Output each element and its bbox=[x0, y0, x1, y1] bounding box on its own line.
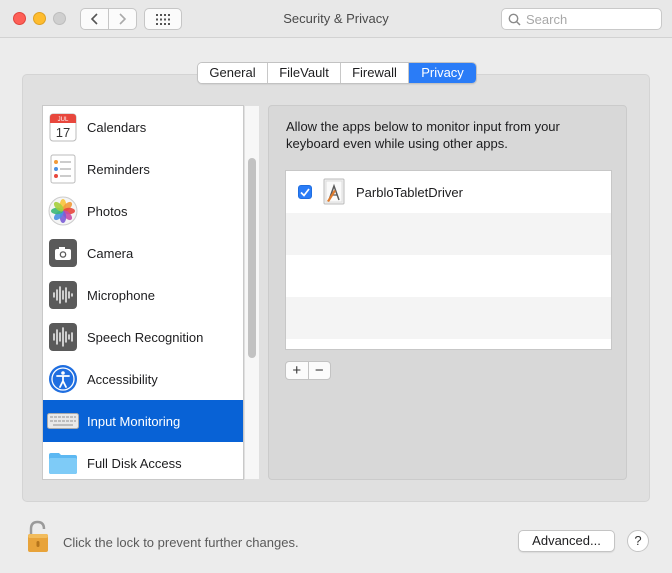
app-row-empty bbox=[286, 297, 611, 339]
advanced-button[interactable]: Advanced... bbox=[518, 530, 615, 552]
sidebar-item-label: Accessibility bbox=[87, 371, 158, 387]
tab-firewall[interactable]: Firewall bbox=[340, 63, 408, 83]
sidebar-item-microphone[interactable]: Microphone bbox=[43, 274, 243, 316]
sidebar-item-accessibility[interactable]: Accessibility bbox=[43, 358, 243, 400]
title-bar: Security & Privacy bbox=[0, 0, 672, 38]
search-field[interactable] bbox=[501, 8, 662, 30]
app-enable-checkbox[interactable] bbox=[298, 185, 312, 199]
help-button[interactable]: ? bbox=[627, 530, 649, 552]
svg-text:JUL: JUL bbox=[58, 117, 69, 123]
checkmark-icon bbox=[300, 187, 310, 197]
sidebar-item-speech-recognition[interactable]: Speech Recognition bbox=[43, 316, 243, 358]
search-input[interactable] bbox=[526, 11, 656, 27]
sidebar-item-label: Photos bbox=[87, 203, 128, 219]
sidebar-item-input-monitoring[interactable]: Input Monitoring bbox=[43, 400, 243, 442]
lock-icon[interactable] bbox=[25, 520, 51, 554]
remove-app-button[interactable]: − bbox=[307, 362, 331, 379]
sidebar-item-label: Microphone bbox=[87, 287, 155, 303]
calendar-icon: JUL 17 bbox=[47, 111, 79, 143]
sidebar-item-full-disk-access[interactable]: Full Disk Access bbox=[43, 442, 243, 479]
pane-description: Allow the apps below to monitor input fr… bbox=[286, 119, 560, 151]
app-generic-icon bbox=[320, 178, 348, 206]
tab-privacy[interactable]: Privacy bbox=[408, 63, 476, 83]
tab-filevault[interactable]: FileVault bbox=[267, 63, 340, 83]
sidebar-item-reminders[interactable]: Reminders bbox=[43, 148, 243, 190]
photos-icon bbox=[47, 195, 79, 227]
app-name: ParbloTabletDriver bbox=[356, 184, 463, 200]
microphone-waveform-icon bbox=[47, 279, 79, 311]
sidebar-item-photos[interactable]: Photos bbox=[43, 190, 243, 232]
app-row-empty bbox=[286, 213, 611, 255]
reminders-icon bbox=[47, 153, 79, 185]
folder-icon bbox=[47, 447, 79, 479]
privacy-category-list: JUL 17 Calendars Reminders Photos Camera… bbox=[42, 105, 244, 480]
sidebar-item-camera[interactable]: Camera bbox=[43, 232, 243, 274]
app-list: ParbloTabletDriver bbox=[285, 170, 612, 350]
lock-status-text: Click the lock to prevent further change… bbox=[63, 535, 299, 550]
tab-general[interactable]: General bbox=[198, 63, 267, 83]
accessibility-icon bbox=[47, 363, 79, 395]
add-remove-group: + − bbox=[285, 361, 331, 380]
sidebar-item-label: Input Monitoring bbox=[87, 413, 181, 429]
sidebar-item-calendars[interactable]: JUL 17 Calendars bbox=[43, 106, 243, 148]
security-privacy-window: Security & Privacy General FileVault Fir… bbox=[0, 0, 672, 573]
svg-text:17: 17 bbox=[56, 125, 70, 140]
app-row-parblo[interactable]: ParbloTabletDriver bbox=[286, 171, 611, 213]
sidebar-scrollbar-thumb[interactable] bbox=[248, 158, 256, 358]
keyboard-icon bbox=[47, 405, 79, 437]
search-icon bbox=[508, 13, 521, 26]
sidebar-item-label: Camera bbox=[87, 245, 134, 261]
tab-bar: General FileVault Firewall Privacy bbox=[197, 62, 477, 84]
sidebar-item-label: Calendars bbox=[87, 119, 147, 135]
speech-waveform-icon bbox=[47, 321, 79, 353]
sidebar-item-label: Reminders bbox=[87, 161, 150, 177]
app-row-empty bbox=[286, 255, 611, 297]
camera-icon bbox=[47, 237, 79, 269]
add-app-button[interactable]: + bbox=[286, 362, 308, 379]
sidebar-item-label: Speech Recognition bbox=[87, 329, 204, 345]
sidebar-item-label: Full Disk Access bbox=[87, 455, 182, 471]
